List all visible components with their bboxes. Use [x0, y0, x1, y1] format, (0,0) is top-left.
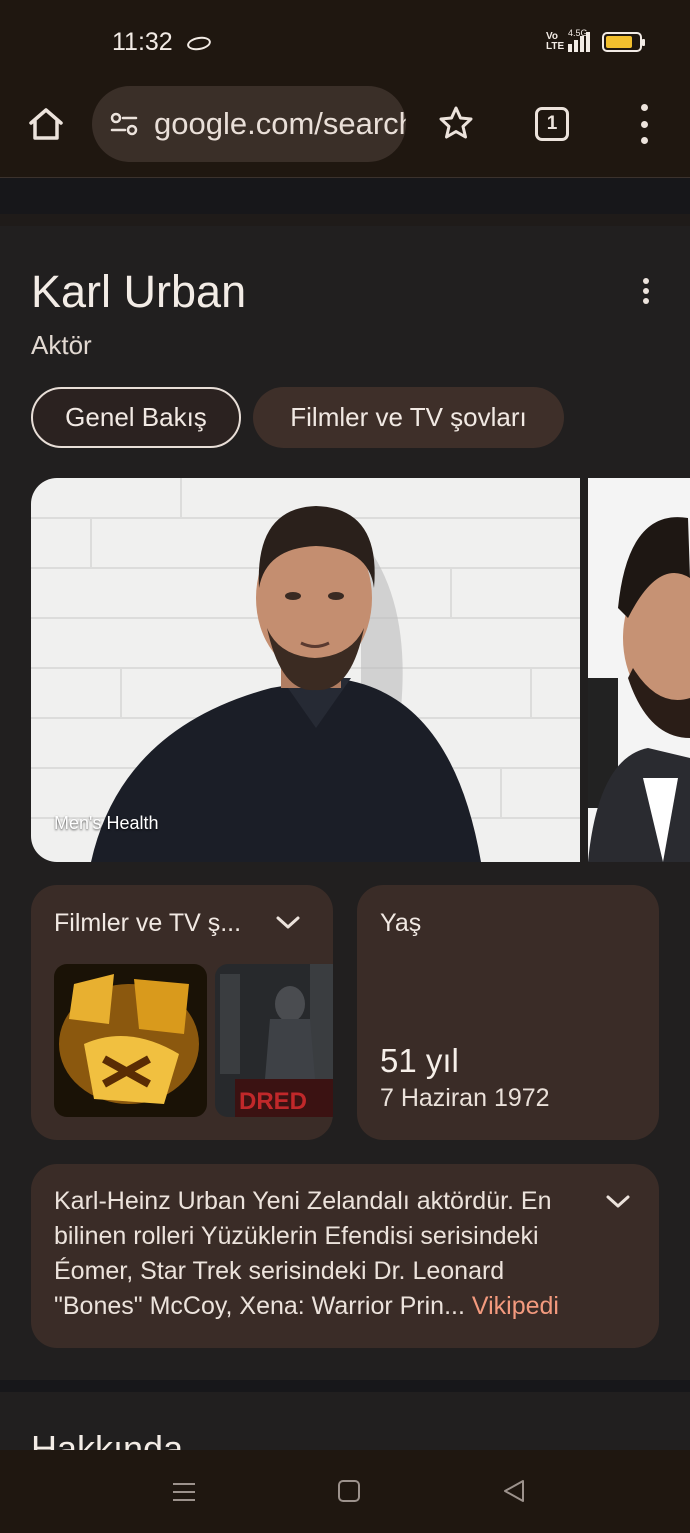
films-card[interactable]: Filmler ve TV ş... DRED	[31, 885, 333, 1140]
wikipedia-link[interactable]: Vikipedi	[472, 1292, 559, 1320]
about-title: Hakkında	[31, 1428, 184, 1450]
url-text[interactable]: google.com/search	[154, 106, 406, 142]
chevron-down-icon[interactable]	[605, 1194, 631, 1210]
browser-toolbar: google.com/search 1	[0, 86, 690, 178]
notification-ring-icon	[186, 35, 212, 52]
nav-home-icon[interactable]	[338, 1480, 360, 1502]
entity-photo[interactable]: Men's Health	[31, 478, 580, 862]
volte-indicator: Vo LTE	[546, 31, 565, 52]
status-indicators: Vo LTE 4.5G	[546, 28, 645, 52]
more-vert-icon[interactable]	[636, 104, 652, 144]
chip-films-tv[interactable]: Filmler ve TV şovları	[253, 387, 564, 448]
film-poster[interactable]	[54, 964, 207, 1117]
age-label: Yaş	[380, 909, 422, 937]
system-nav-bar	[0, 1450, 690, 1533]
film-poster[interactable]: DRED	[215, 964, 333, 1117]
entity-subtitle: Aktör	[31, 330, 92, 360]
birth-date: 7 Haziran 1972	[380, 1084, 550, 1112]
recent-apps-icon[interactable]	[172, 1480, 196, 1504]
divider	[0, 178, 690, 214]
tab-switcher-button[interactable]: 1	[535, 107, 569, 141]
battery-icon	[602, 32, 645, 52]
age-value: 51 yıl	[380, 1042, 459, 1079]
about-section: Hakkında	[0, 1392, 690, 1450]
panel-more-icon[interactable]	[640, 278, 652, 304]
signal-icon: 4.5G	[568, 28, 590, 52]
divider	[0, 1380, 690, 1392]
description-card[interactable]: Karl-Heinz Urban Yeni Zelandalı aktördür…	[31, 1164, 659, 1348]
signal-label: 4.5G	[568, 28, 588, 38]
chevron-down-icon[interactable]	[275, 915, 301, 931]
address-bar[interactable]: google.com/search	[92, 86, 406, 162]
description: Karl-Heinz Urban Yeni Zelandalı aktördür…	[54, 1184, 594, 1324]
star-icon[interactable]	[437, 104, 475, 142]
knowledge-panel: Karl Urban Aktör Genel Bakış Filmler ve …	[0, 226, 690, 1380]
back-icon[interactable]	[502, 1478, 526, 1504]
films-card-title: Filmler ve TV ş...	[54, 909, 242, 937]
chip-overview[interactable]: Genel Bakış	[31, 387, 241, 448]
entity-photo-2[interactable]	[588, 478, 690, 862]
svg-text:DRED: DRED	[239, 1088, 307, 1115]
photo-credit: Men's Health	[54, 813, 159, 833]
tune-icon[interactable]	[108, 108, 140, 140]
home-icon[interactable]	[26, 104, 66, 144]
entity-title: Karl Urban	[31, 266, 247, 317]
status-bar: 11:32 Vo LTE 4.5G	[0, 0, 690, 86]
status-time: 11:32	[112, 28, 173, 56]
age-card[interactable]: Yaş 51 yıl 7 Haziran 1972	[357, 885, 659, 1140]
